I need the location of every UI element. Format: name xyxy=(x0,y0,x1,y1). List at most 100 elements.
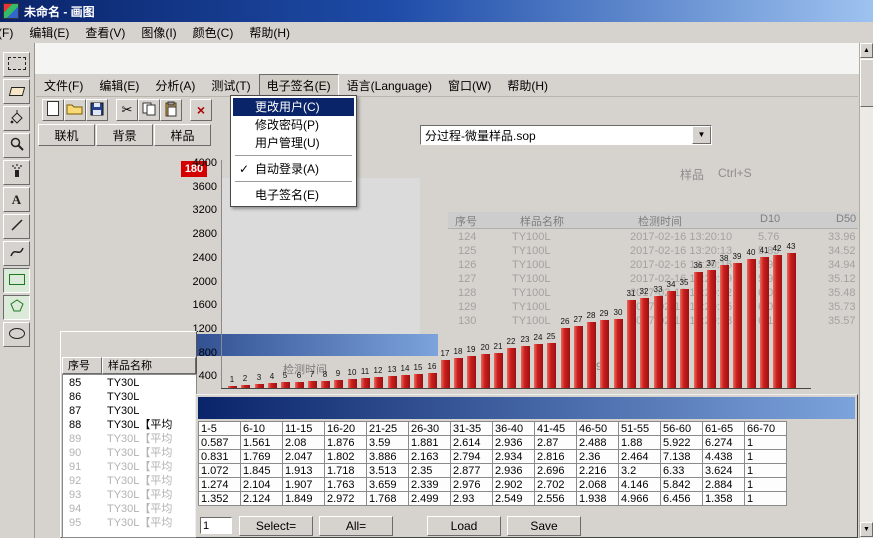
copy-button[interactable] xyxy=(138,99,160,121)
online-button[interactable]: 联机 xyxy=(38,124,95,146)
save-button[interactable] xyxy=(86,99,108,121)
app-menu-item[interactable]: 电子签名(E) xyxy=(259,74,339,97)
cut-button[interactable]: ✂ xyxy=(116,99,138,121)
chart-bar xyxy=(561,328,570,388)
table-cell: 2.047 xyxy=(283,450,325,464)
sample-name: TY30L【平均 xyxy=(107,432,172,446)
chart-bar xyxy=(600,320,609,388)
list-item[interactable]: 87TY30L xyxy=(63,404,196,418)
select-button[interactable]: Select= xyxy=(239,516,313,536)
ellipse-tool[interactable] xyxy=(3,322,30,347)
chart-bar xyxy=(654,296,663,388)
popup-menu-item[interactable]: 电子签名(E) xyxy=(233,186,354,204)
app-menu-item[interactable]: 编辑(E) xyxy=(91,74,147,97)
table-cell: 1.561 xyxy=(241,436,283,450)
sample-button[interactable]: 样品 xyxy=(154,124,211,146)
rectangle-tool[interactable] xyxy=(3,268,30,293)
chart-bar xyxy=(534,344,543,388)
popup-menu-item[interactable]: 修改密码(P) xyxy=(233,116,354,134)
table-cell: 2.35 xyxy=(409,464,451,478)
free-select-tool[interactable] xyxy=(3,52,30,77)
table-cell: 1 xyxy=(745,436,787,450)
table-row[interactable]: 0.8311.7692.0471.8023.8862.1632.7942.934… xyxy=(199,450,787,464)
table-cell: 1.718 xyxy=(325,464,367,478)
table-cell: 2.816 xyxy=(535,450,577,464)
polygon-tool[interactable] xyxy=(3,295,30,320)
table-row[interactable]: 1.0721.8451.9131.7183.5132.352.8772.9362… xyxy=(199,464,787,478)
paint-menu-item[interactable]: 编辑(E) xyxy=(21,22,77,44)
paint-menu-item[interactable]: 颜色(C) xyxy=(185,22,242,44)
popup-menu-item[interactable]: 更改用户(C) xyxy=(233,98,354,116)
table-cell: TY100L xyxy=(512,231,551,243)
vertical-scrollbar[interactable]: ▲ ▼ xyxy=(859,43,873,538)
chart-bar xyxy=(574,326,583,388)
text-tool[interactable]: A xyxy=(3,187,30,212)
airbrush-tool[interactable] xyxy=(3,160,30,185)
line-icon xyxy=(9,217,25,236)
scroll-up-arrow-icon[interactable]: ▲ xyxy=(860,43,873,58)
eraser-tool[interactable] xyxy=(3,79,30,104)
left-col-header-name: 样品名称 xyxy=(102,357,196,374)
line-tool[interactable] xyxy=(3,214,30,239)
chart-bar xyxy=(773,255,782,388)
app-menu-item[interactable]: 测试(T) xyxy=(203,74,258,97)
paint-menu-item[interactable]: 文件(F) xyxy=(0,22,21,44)
app-menu-item[interactable]: 帮助(H) xyxy=(499,74,556,97)
paint-menu-item[interactable]: 图像(I) xyxy=(133,22,184,44)
free-select-icon xyxy=(8,57,26,73)
paint-menu-item[interactable]: 查看(V) xyxy=(77,22,133,44)
table-cell: 1.907 xyxy=(283,478,325,492)
table-cell: 130 xyxy=(458,315,476,327)
table-cell: 2.556 xyxy=(535,492,577,506)
combo-dropdown-arrow[interactable]: ▼ xyxy=(692,126,711,144)
table-cell: 3.624 xyxy=(703,464,745,478)
list-item[interactable]: 88TY30L【平均 xyxy=(63,418,196,432)
paint-menu-item[interactable]: 帮助(H) xyxy=(241,22,298,44)
curve-icon xyxy=(9,244,25,263)
sample-name: TY30L【平均 xyxy=(107,446,172,460)
save-button[interactable]: Save xyxy=(507,516,581,536)
table-header-row: 1-56-1011-1516-2021-2526-3031-3536-4041-… xyxy=(199,422,787,436)
table-row[interactable]: 1.3522.1241.8492.9721.7682.4992.932.5492… xyxy=(199,492,787,506)
table-cell: 1.845 xyxy=(241,464,283,478)
load-button[interactable]: Load xyxy=(427,516,501,536)
app-menu-item[interactable]: 文件(F) xyxy=(36,74,91,97)
sop-combobox[interactable]: 分过程-微量样品.sop ▼ xyxy=(420,125,712,145)
y-axis-tick-label: 2400 xyxy=(185,252,217,264)
table-cell: 1.802 xyxy=(325,450,367,464)
magnifier-tool[interactable] xyxy=(3,133,30,158)
popup-menu-item[interactable]: 用户管理(U) xyxy=(233,134,354,152)
chart-bar xyxy=(694,272,703,388)
table-cell: 2.549 xyxy=(493,492,535,506)
background-button[interactable]: 背景 xyxy=(96,124,153,146)
app-menu-item[interactable]: 窗口(W) xyxy=(440,74,499,97)
list-item[interactable]: 86TY30L xyxy=(63,390,196,404)
table-cell: 35.48 xyxy=(828,287,856,299)
fill-tool[interactable] xyxy=(3,106,30,131)
analyzer-menubar: 文件(F)编辑(E)分析(A)测试(T)电子签名(E)语言(Language)窗… xyxy=(36,74,858,97)
table-row[interactable]: 0.5871.5612.081.8763.591.8812.6142.9362.… xyxy=(199,436,787,450)
save-icon xyxy=(90,102,104,119)
popup-menu-item[interactable]: ✓自动登录(A) xyxy=(233,160,354,178)
table-row[interactable]: 1.2742.1041.9071.7633.6592.3392.9762.902… xyxy=(199,478,787,492)
new-button[interactable] xyxy=(42,99,64,121)
scrollbar-thumb[interactable] xyxy=(860,59,873,107)
chart-bar xyxy=(321,381,330,388)
chart-bar xyxy=(361,378,370,388)
row-index: 87 xyxy=(69,404,81,418)
scroll-down-arrow-icon[interactable]: ▼ xyxy=(860,522,873,537)
list-item[interactable]: 85TY30L xyxy=(63,376,196,390)
curve-tool[interactable] xyxy=(3,241,30,266)
all-button[interactable]: All= xyxy=(319,516,393,536)
app-menu-item[interactable]: 语言(Language) xyxy=(339,74,440,97)
paste-button[interactable] xyxy=(160,99,182,121)
sample-col-header: 检测时间 xyxy=(638,213,682,229)
delete-button[interactable]: × xyxy=(190,99,212,121)
column-header: 26-30 xyxy=(409,422,451,436)
open-button[interactable] xyxy=(64,99,86,121)
table-cell: 2.068 xyxy=(577,478,619,492)
count-input[interactable] xyxy=(200,517,232,534)
table-cell: 0.587 xyxy=(199,436,241,450)
app-menu-item[interactable]: 分析(A) xyxy=(147,74,203,97)
row-index: 91 xyxy=(69,460,81,474)
